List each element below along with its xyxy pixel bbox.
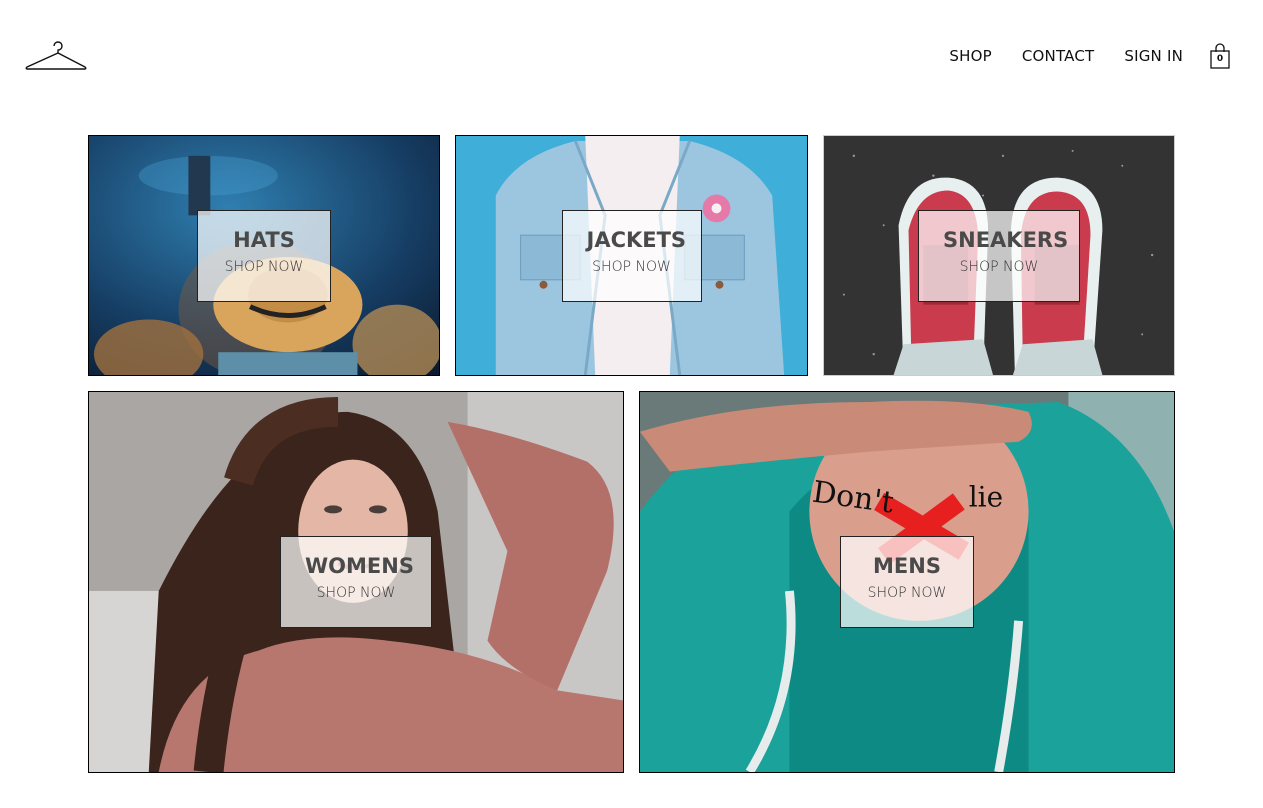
shop-now-link[interactable]: SHOP NOW: [587, 259, 677, 275]
category-jackets[interactable]: JACKETS SHOP NOW: [455, 135, 808, 376]
category-title: SNEAKERS: [943, 227, 1069, 252]
shop-now-link[interactable]: SHOP NOW: [865, 585, 949, 601]
category-title: HATS: [233, 227, 295, 252]
hats-label[interactable]: HATS SHOP NOW: [197, 209, 331, 302]
category-hats[interactable]: HATS SHOP NOW: [88, 135, 440, 376]
category-mens[interactable]: Don't lie MENS SHOP NOW: [639, 391, 1175, 773]
nav-shop[interactable]: SHOP: [949, 40, 991, 72]
nav-sign-in[interactable]: SIGN IN: [1124, 40, 1183, 72]
nav-contact[interactable]: CONTACT: [1022, 40, 1095, 72]
main-nav: SHOP CONTACT SIGN IN 0: [919, 40, 1231, 72]
category-womens[interactable]: WOMENS SHOP NOW: [88, 391, 624, 773]
shop-now-link[interactable]: SHOP NOW: [943, 259, 1055, 275]
cart-count: 0: [1216, 54, 1224, 64]
shop-now-link[interactable]: SHOP NOW: [222, 259, 306, 275]
svg-text:lie: lie: [969, 480, 1003, 513]
category-title: WOMENS: [305, 554, 414, 578]
womens-label[interactable]: WOMENS SHOP NOW: [280, 536, 432, 628]
jackets-label[interactable]: JACKETS SHOP NOW: [561, 209, 702, 302]
sneakers-label[interactable]: SNEAKERS SHOP NOW: [918, 209, 1080, 302]
header: SHOP CONTACT SIGN IN 0: [0, 0, 1263, 110]
category-sneakers[interactable]: SNEAKERS SHOP NOW: [823, 135, 1175, 376]
category-title: MENS: [873, 554, 941, 578]
cart-button[interactable]: 0: [1209, 42, 1231, 70]
mens-label[interactable]: MENS SHOP NOW: [840, 536, 974, 628]
category-title: JACKETS: [586, 227, 687, 252]
hanger-icon[interactable]: [24, 38, 88, 72]
shop-now-link[interactable]: SHOP NOW: [305, 585, 407, 601]
